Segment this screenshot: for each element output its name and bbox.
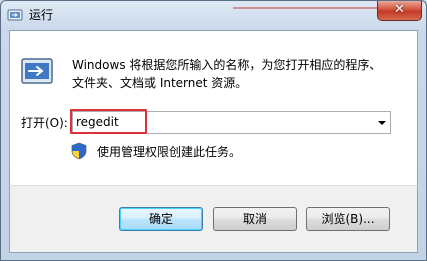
- ok-button[interactable]: 确定: [119, 207, 203, 231]
- close-icon: ✕: [394, 2, 405, 17]
- annotation-highlight-box: [70, 109, 147, 134]
- run-dialog-window: 运行 ✕ Windows 将根据您所输入的名称，为您打开相应的程序、文件夹、文档…: [0, 0, 427, 261]
- open-label: 打开(O):: [21, 116, 68, 130]
- dialog-content-area: [9, 30, 418, 186]
- chevron-down-icon[interactable]: [378, 121, 386, 125]
- uac-shield-icon: [71, 142, 87, 160]
- run-icon: [7, 9, 23, 21]
- admin-note: 使用管理权限创建此任务。: [97, 145, 242, 159]
- close-button[interactable]: ✕: [377, 1, 422, 21]
- browse-button[interactable]: 浏览(B)...: [306, 207, 390, 231]
- title-bar[interactable]: 运行 ✕: [1, 1, 426, 29]
- description-text: Windows 将根据您所输入的名称，为您打开相应的程序、文件夹、文档或 Int…: [72, 58, 382, 90]
- window-title: 运行: [29, 8, 54, 22]
- run-program-icon: [21, 58, 53, 84]
- background-window-edge: [233, 1, 383, 9]
- cancel-button[interactable]: 取消: [213, 207, 297, 231]
